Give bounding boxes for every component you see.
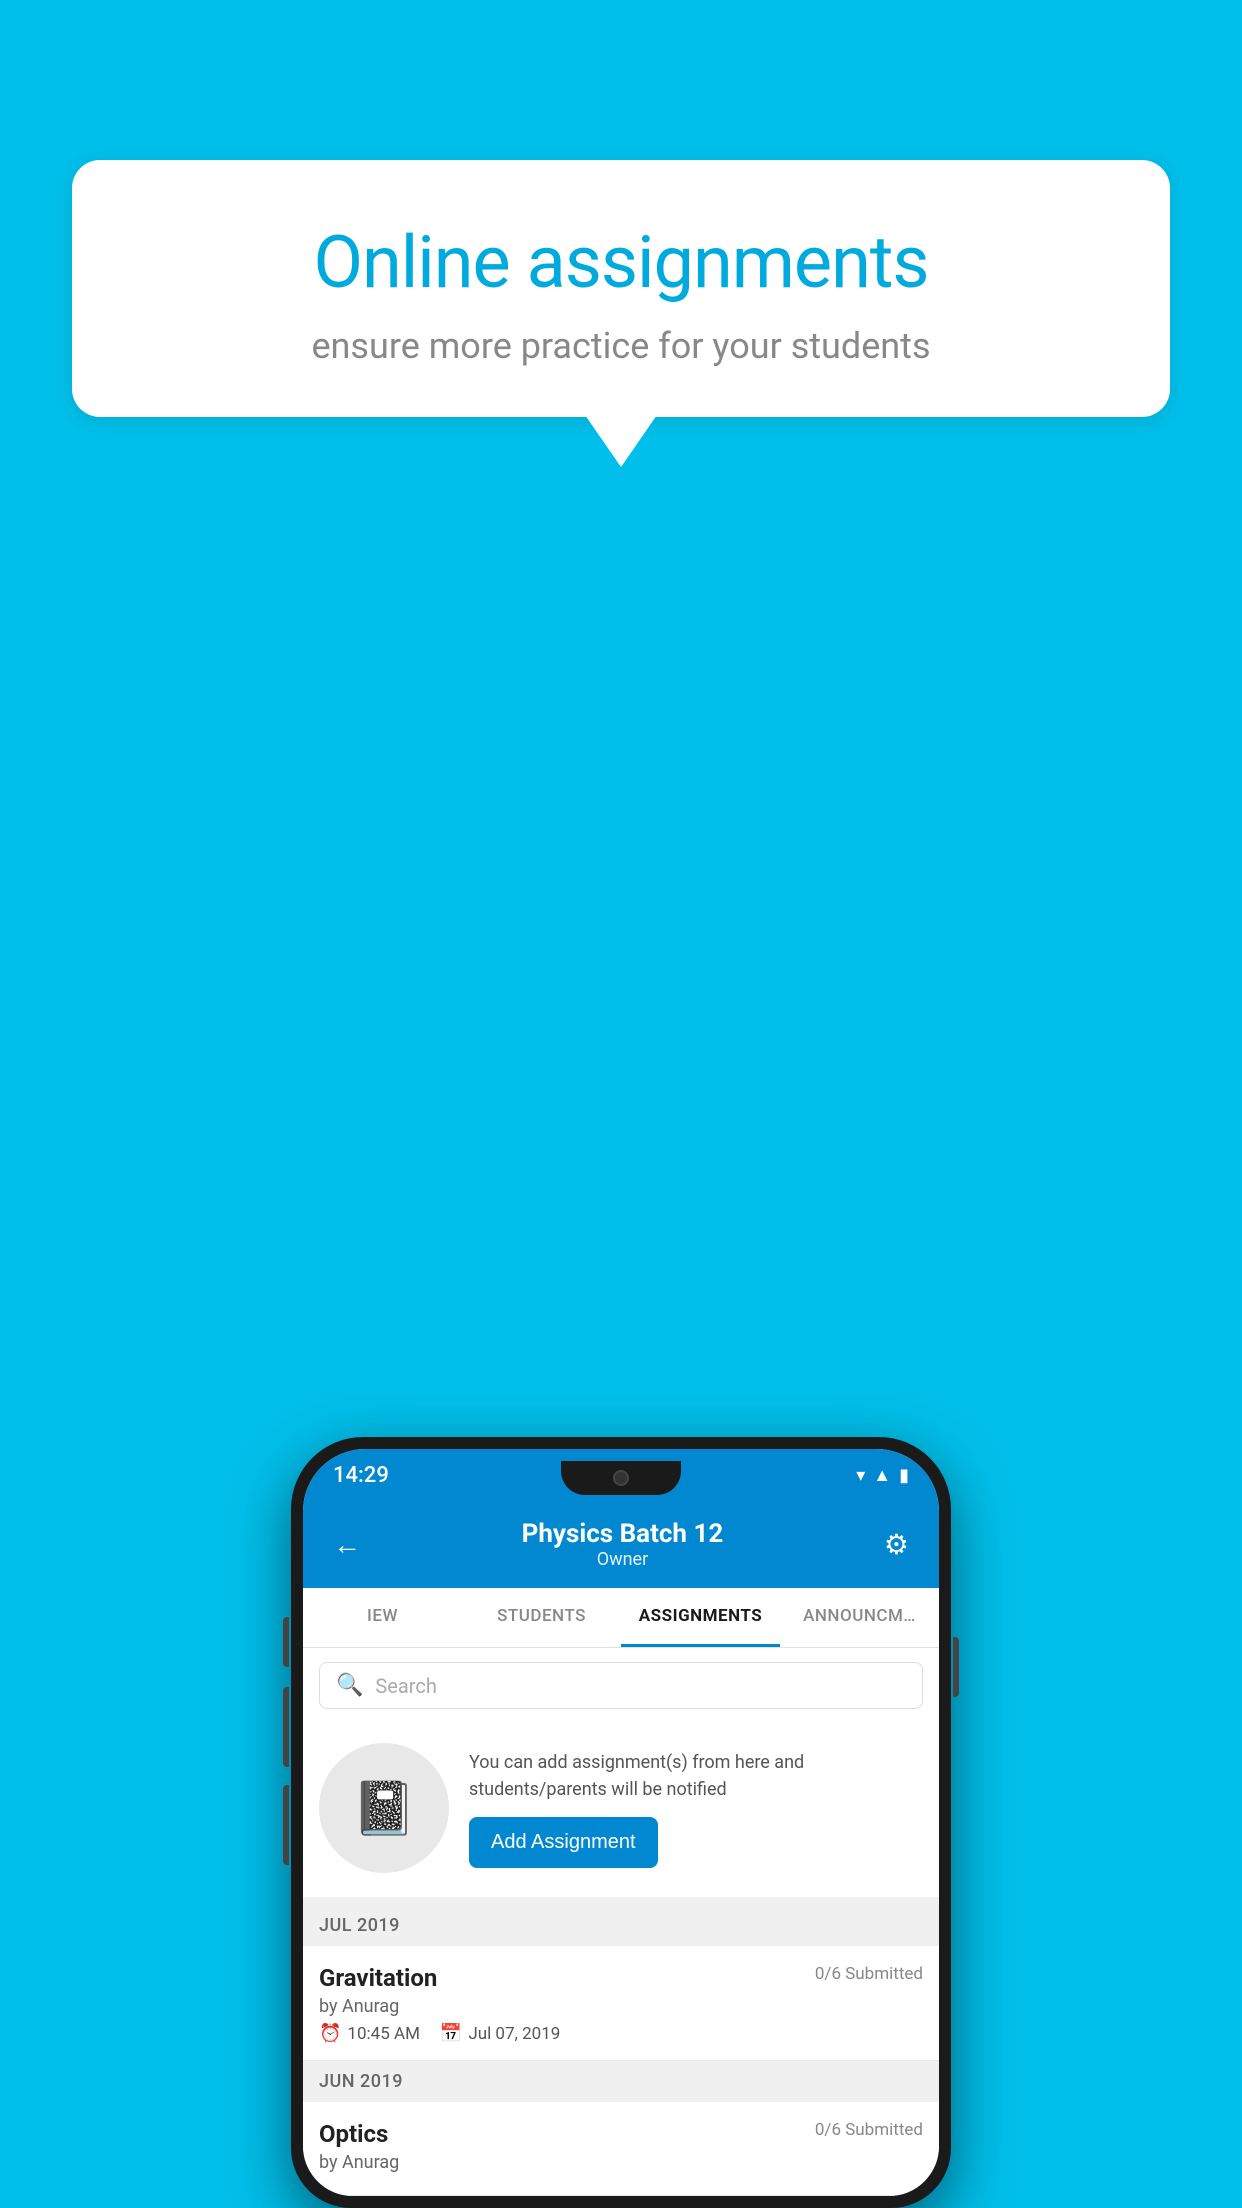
search-container: 🔍 Search	[303, 1648, 939, 1723]
settings-icon[interactable]: ⚙	[884, 1528, 909, 1561]
speech-bubble: Online assignments ensure more practice …	[72, 160, 1170, 417]
power-button	[953, 1637, 959, 1697]
header-subtitle: Owner	[522, 1549, 724, 1570]
speech-bubble-tail	[585, 415, 657, 467]
assignment-by: by Anurag	[319, 1996, 923, 2017]
assignment-submitted: 0/6 Submitted	[815, 1964, 923, 1984]
phone-outer: 14:29 ▾ ▲ ▮ ← Physics Batch 12 Owner ⚙ I…	[291, 1437, 951, 2208]
assignment-item-optics[interactable]: Optics 0/6 Submitted by Anurag	[303, 2102, 939, 2196]
assignment-meta: ⏰ 10:45 AM 📅 Jul 07, 2019	[319, 2023, 923, 2044]
volume-down-button	[283, 1785, 289, 1865]
meta-date: 📅 Jul 07, 2019	[440, 2023, 560, 2044]
promo-content: You can add assignment(s) from here and …	[469, 1749, 923, 1868]
phone-screen: 14:29 ▾ ▲ ▮ ← Physics Batch 12 Owner ⚙ I…	[303, 1449, 939, 2196]
meta-time: ⏰ 10:45 AM	[319, 2023, 420, 2044]
back-button[interactable]: ←	[333, 1528, 361, 1561]
calendar-icon: 📅	[440, 2023, 462, 2044]
tab-assignments[interactable]: ASSIGNMENTS	[621, 1588, 780, 1647]
bubble-title: Online assignments	[142, 220, 1100, 305]
search-bar[interactable]: 🔍 Search	[319, 1662, 923, 1709]
header-center: Physics Batch 12 Owner	[522, 1519, 724, 1570]
assignment-time: 10:45 AM	[347, 2024, 419, 2044]
silent-button	[283, 1617, 289, 1667]
front-camera	[613, 1470, 629, 1486]
tab-students[interactable]: STUDENTS	[462, 1588, 621, 1647]
tab-announcements[interactable]: ANNOUNCM…	[780, 1588, 939, 1647]
status-time: 14:29	[333, 1463, 389, 1488]
assignment-item-gravitation[interactable]: Gravitation 0/6 Submitted by Anurag ⏰ 10…	[303, 1946, 939, 2061]
assignment-row-top: Gravitation 0/6 Submitted	[319, 1964, 923, 1992]
clock-icon: ⏰	[319, 2023, 341, 2044]
search-placeholder: Search	[375, 1674, 436, 1698]
phone-wrapper: 14:29 ▾ ▲ ▮ ← Physics Batch 12 Owner ⚙ I…	[291, 1437, 951, 2208]
promo-description: You can add assignment(s) from here and …	[469, 1749, 923, 1803]
volume-up-button	[283, 1687, 289, 1767]
assignment-date: Jul 07, 2019	[468, 2024, 560, 2044]
status-icons: ▾ ▲ ▮	[856, 1465, 909, 1486]
tab-bar: IEW STUDENTS ASSIGNMENTS ANNOUNCM…	[303, 1588, 939, 1648]
wifi-icon: ▾	[856, 1465, 865, 1486]
search-icon: 🔍	[336, 1673, 363, 1698]
assignment-submitted-optics: 0/6 Submitted	[815, 2120, 923, 2140]
promo-block: 📓 You can add assignment(s) from here an…	[303, 1723, 939, 1905]
signal-icon: ▲	[873, 1465, 891, 1486]
notebook-icon: 📓	[352, 1778, 417, 1839]
assignment-by-optics: by Anurag	[319, 2152, 923, 2173]
add-assignment-button[interactable]: Add Assignment	[469, 1817, 658, 1868]
assignment-row-top-optics: Optics 0/6 Submitted	[319, 2120, 923, 2148]
assignment-name-optics: Optics	[319, 2120, 388, 2148]
battery-icon: ▮	[899, 1465, 909, 1486]
speech-bubble-container: Online assignments ensure more practice …	[72, 160, 1170, 467]
bubble-subtitle: ensure more practice for your students	[142, 325, 1100, 367]
promo-icon-circle: 📓	[319, 1743, 449, 1873]
assignment-name: Gravitation	[319, 1964, 437, 1992]
phone-notch	[561, 1461, 681, 1495]
app-header: ← Physics Batch 12 Owner ⚙	[303, 1501, 939, 1588]
month-header-jun: JUN 2019	[303, 2061, 939, 2102]
header-title: Physics Batch 12	[522, 1519, 724, 1549]
tab-overview[interactable]: IEW	[303, 1588, 462, 1647]
month-header-jul: JUL 2019	[303, 1905, 939, 1946]
